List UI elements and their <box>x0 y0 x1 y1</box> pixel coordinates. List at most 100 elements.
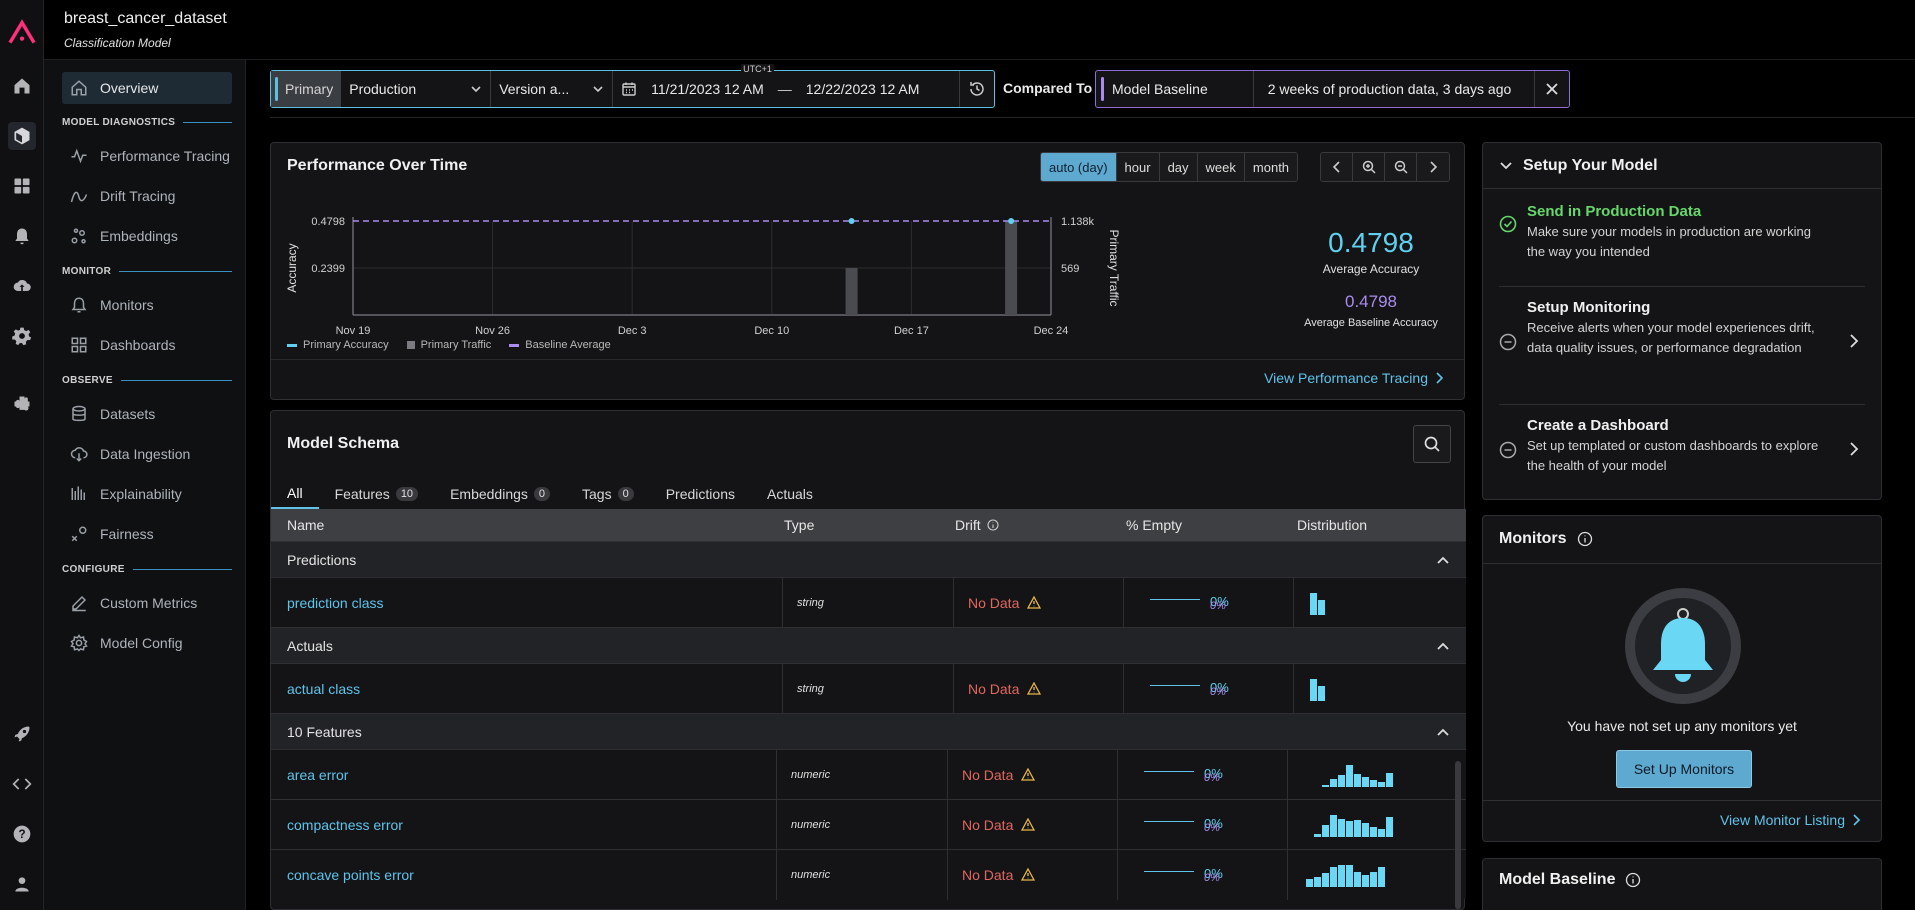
group-predictions[interactable]: Predictions <box>271 541 1466 577</box>
chevron-left-icon <box>1332 161 1340 173</box>
field-empty: 0% 0% <box>1124 663 1294 714</box>
table-scrollbar[interactable] <box>1455 761 1461 909</box>
version-select[interactable]: Version a... <box>491 71 614 107</box>
tab-features[interactable]: Features 10 <box>319 479 435 509</box>
cloud-upload-icon[interactable] <box>8 272 36 300</box>
field-name[interactable]: area error <box>271 749 777 800</box>
help-icon[interactable]: ? <box>8 820 36 848</box>
col-type[interactable]: Type <box>784 517 955 533</box>
nav-monitors[interactable]: Monitors <box>62 289 232 321</box>
field-distribution[interactable] <box>1288 750 1453 800</box>
setup-header[interactable]: Setup Your Model <box>1483 143 1881 189</box>
gran-auto[interactable]: auto (day) <box>1041 153 1117 181</box>
remove-comparison-button[interactable] <box>1535 71 1569 107</box>
tab-predictions[interactable]: Predictions <box>650 479 751 509</box>
nav-performance-tracing[interactable]: Performance Tracing <box>62 140 232 172</box>
code-icon[interactable] <box>8 770 36 798</box>
nav-data-ingestion[interactable]: Data Ingestion <box>62 438 232 470</box>
baseline-select[interactable]: Model Baseline <box>1096 71 1254 107</box>
info-icon[interactable] <box>987 519 999 531</box>
date-range-picker[interactable]: UTC+1 11/21/2023 12 AM — 12/22/2023 12 A… <box>613 64 961 107</box>
tab-all[interactable]: All <box>271 479 319 509</box>
group-features[interactable]: 10 Features <box>271 713 1466 749</box>
col-name[interactable]: Name <box>271 517 784 533</box>
average-baseline-label: Average Baseline Accuracy <box>1304 317 1438 329</box>
legend-primary-accuracy[interactable]: Primary Accuracy <box>287 339 389 351</box>
next-range-button[interactable] <box>1417 153 1449 181</box>
warning-icon[interactable] <box>1021 768 1036 781</box>
user-icon[interactable] <box>8 870 36 898</box>
field-name[interactable]: concave points error <box>271 849 777 900</box>
dashboard-grid-icon[interactable] <box>8 172 36 200</box>
view-monitor-listing-link[interactable]: View Monitor Listing <box>1720 812 1861 828</box>
warning-icon[interactable] <box>1027 682 1042 695</box>
baseline-description[interactable]: 2 weeks of production data, 3 days ago <box>1254 71 1536 107</box>
gran-month[interactable]: month <box>1244 153 1298 181</box>
tab-tags[interactable]: Tags 0 <box>566 479 650 509</box>
nav-model-config[interactable]: Model Config <box>62 627 232 659</box>
nav-custom-metrics[interactable]: Custom Metrics <box>62 587 232 619</box>
gran-week[interactable]: week <box>1197 153 1245 181</box>
bell-icon[interactable] <box>8 222 36 250</box>
field-name[interactable]: prediction class <box>271 577 783 628</box>
integrations-icon[interactable] <box>8 390 36 418</box>
bell-illustration-icon <box>1653 608 1713 682</box>
table-row[interactable]: compactness error numeric No Data 0% 0% <box>271 799 1466 850</box>
setup-step-monitoring[interactable]: Setup Monitoring Receive alerts when you… <box>1499 299 1865 405</box>
refresh-history-button[interactable] <box>960 71 994 107</box>
table-row[interactable]: prediction class string No Data 0% 0% <box>271 577 1466 628</box>
dataset-name[interactable]: breast_cancer_dataset <box>64 10 227 28</box>
performance-chart[interactable]: 0.4798 0.2399 1.138k 569 Nov 19 Nov 26 Dec 3 De… <box>271 203 1281 353</box>
set-up-monitors-button[interactable]: Set Up Monitors <box>1616 750 1752 788</box>
field-distribution[interactable] <box>1288 850 1453 900</box>
table-row[interactable]: area error numeric No Data 0% 0% <box>271 749 1466 800</box>
zoom-in-button[interactable] <box>1353 153 1385 181</box>
warning-icon[interactable] <box>1021 818 1036 831</box>
table-row[interactable]: actual class string No Data 0% 0% <box>271 663 1466 714</box>
warning-icon[interactable] <box>1021 868 1036 881</box>
view-performance-tracing-link[interactable]: View Performance Tracing <box>1264 370 1444 386</box>
field-distribution[interactable] <box>1288 800 1453 850</box>
info-icon[interactable] <box>1577 531 1593 547</box>
nav-overview[interactable]: Overview <box>62 72 232 104</box>
col-empty[interactable]: % Empty <box>1126 517 1297 533</box>
nav-fairness[interactable]: Fairness <box>62 518 232 550</box>
nav-datasets[interactable]: Datasets <box>62 398 232 430</box>
tab-actuals[interactable]: Actuals <box>751 479 829 509</box>
warning-icon[interactable] <box>1027 596 1042 609</box>
dist-bar <box>1370 779 1377 787</box>
gran-hour[interactable]: hour <box>1116 153 1160 181</box>
group-actuals[interactable]: Actuals <box>271 627 1466 663</box>
field-name[interactable]: compactness error <box>271 799 777 850</box>
section-monitor: MONITOR <box>62 266 232 277</box>
zoom-out-button[interactable] <box>1385 153 1417 181</box>
col-distribution[interactable]: Distribution <box>1297 517 1447 533</box>
setup-step-dashboard[interactable]: Create a Dashboard Set up templated or c… <box>1499 417 1865 493</box>
home-icon[interactable] <box>8 72 36 100</box>
field-distribution[interactable] <box>1294 664 1464 714</box>
nav-drift-tracing[interactable]: Drift Tracing <box>62 180 232 212</box>
nav-embeddings[interactable]: Embeddings <box>62 220 232 252</box>
prev-range-button[interactable] <box>1321 153 1353 181</box>
rocket-icon[interactable] <box>8 720 36 748</box>
field-name[interactable]: actual class <box>271 663 783 714</box>
traffic-bar <box>845 268 858 315</box>
field-distribution[interactable] <box>1294 578 1464 628</box>
model-cube-icon[interactable] <box>8 122 36 150</box>
drift-icon <box>68 185 90 207</box>
gran-day[interactable]: day <box>1159 153 1198 181</box>
arize-logo-icon[interactable] <box>4 14 40 50</box>
gear-icon[interactable] <box>8 322 36 350</box>
legend-baseline-average[interactable]: Baseline Average <box>509 339 611 351</box>
legend-primary-traffic[interactable]: Primary Traffic <box>406 339 491 351</box>
environment-select[interactable]: Production <box>341 71 492 107</box>
nav-dashboards[interactable]: Dashboards <box>62 329 232 361</box>
nav-explainability[interactable]: Explainability <box>62 478 232 510</box>
info-icon[interactable] <box>1625 872 1641 888</box>
setup-step-production-data[interactable]: Send in Production Data Make sure your m… <box>1499 203 1865 287</box>
tab-embeddings[interactable]: Embeddings 0 <box>434 479 566 509</box>
col-drift[interactable]: Drift <box>955 517 1126 533</box>
schema-search-button[interactable] <box>1413 425 1451 463</box>
table-row[interactable]: concave points error numeric No Data 0% 0… <box>271 849 1466 900</box>
field-type: numeric <box>777 749 948 800</box>
